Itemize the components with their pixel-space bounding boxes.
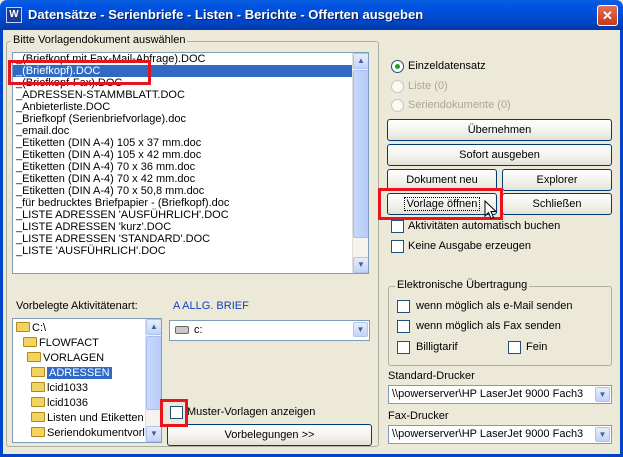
drive-value: c: — [194, 324, 203, 336]
email-checkbox[interactable] — [397, 300, 410, 313]
template-list-item[interactable]: _(Briefkopf).DOC — [13, 65, 352, 77]
fax-drucker-value: \\powerserver\HP LaserJet 9000 Fach3 — [392, 428, 584, 440]
standard-drucker-value: \\powerserver\HP LaserJet 9000 Fach3 — [392, 388, 584, 400]
vorbelegungen-button[interactable]: Vorbelegungen >> — [167, 424, 372, 446]
folder-tree[interactable]: C:\ FLOWFACT VORLAGEN ADRESSEN lcid1033 lcid1… — [12, 318, 162, 443]
folder-icon — [16, 322, 30, 332]
scroll-up-button[interactable]: ▲ — [353, 53, 368, 69]
tree-item-label: Listen und Etiketten — [47, 412, 144, 424]
radio-einzeldatensatz[interactable] — [391, 60, 404, 73]
explorer-button[interactable]: Explorer — [502, 169, 612, 191]
tree-item-label: VORLAGEN — [43, 352, 105, 364]
template-list-item[interactable]: _LISTE 'AUSFÜHRLICH'.DOC — [13, 245, 352, 257]
activity-label: Vorbelegte Aktivitätenart: — [16, 300, 138, 312]
tree-item[interactable]: Seriendokumentvorla — [31, 426, 151, 441]
fax-drucker-combo[interactable]: \\powerserver\HP LaserJet 9000 Fach3 ▼ — [388, 425, 612, 444]
template-list-item[interactable]: _LISTE ADRESSEN 'AUSFÜHRLICH'.DOC — [13, 209, 352, 221]
template-list-item[interactable]: _Etiketten (DIN A-4) 70 x 42 mm.doc — [13, 173, 352, 185]
template-group-label: Bitte Vorlagendokument auswählen — [11, 34, 188, 46]
template-list-item[interactable]: _Anbieterliste.DOC — [13, 101, 352, 113]
drive-icon — [175, 326, 189, 334]
template-list-item[interactable]: _(Briefkopf mit Fax-Mail-Abfrage).DOC — [13, 53, 352, 65]
tree-item-label: ADRESSEN — [47, 367, 112, 379]
muster-checkbox-label: Muster-Vorlagen anzeigen — [187, 406, 316, 418]
fax-drucker-label: Fax-Drucker — [388, 410, 449, 422]
keine-ausgabe-label: Keine Ausgabe erzeugen — [408, 240, 531, 252]
tree-item-label: C:\ — [32, 322, 47, 334]
tree-item[interactable]: lcid1033 — [31, 381, 88, 396]
muster-checkbox[interactable] — [170, 406, 183, 419]
template-list-item[interactable]: _Etiketten (DIN A-4) 105 x 37 mm.doc — [13, 137, 352, 149]
radio-seriendokumente[interactable] — [391, 99, 404, 112]
aktivitaeten-label: Aktivitäten automatisch buchen — [408, 220, 561, 232]
tree-item-label: Seriendokumentvorla — [47, 427, 151, 439]
template-list-item[interactable]: _(Briefkopf-Fax).DOC — [13, 77, 352, 89]
tree-scroll-up-button[interactable]: ▲ — [146, 319, 161, 335]
template-list-item[interactable]: _Etiketten (DIN A-4) 105 x 42 mm.doc — [13, 149, 352, 161]
tree-item[interactable]: lcid1036 — [31, 396, 88, 411]
scroll-down-button[interactable]: ▼ — [353, 257, 368, 273]
template-list-item[interactable]: _Briefkopf (Serienbriefvorlage).doc — [13, 113, 352, 125]
tree-item[interactable]: C:\ — [16, 321, 46, 336]
radio-liste[interactable] — [391, 80, 404, 93]
dokument-neu-button[interactable]: Dokument neu — [387, 169, 497, 191]
template-scrollbar[interactable]: ▲ ▼ — [352, 53, 368, 273]
title-bar[interactable]: W Datensätze - Serienbriefe - Listen - B… — [0, 0, 623, 30]
tree-scroll-down-button[interactable]: ▼ — [146, 426, 161, 442]
tree-scrollbar[interactable]: ▲ ▼ — [145, 319, 161, 442]
standard-drucker-combo[interactable]: \\powerserver\HP LaserJet 9000 Fach3 ▼ — [388, 385, 612, 404]
tree-item-label: lcid1036 — [47, 397, 88, 409]
billigtarif-label: Billigtarif — [416, 341, 458, 353]
folder-icon — [31, 427, 45, 437]
scroll-thumb[interactable] — [353, 70, 368, 238]
folder-icon — [31, 412, 45, 422]
schliessen-button[interactable]: Schließen — [502, 193, 612, 215]
tree-item[interactable]: VORLAGEN — [27, 351, 104, 366]
radio-seriendokumente-label: Seriendokumente (0) — [408, 99, 511, 111]
vorlage-oeffnen-button[interactable]: Vorlage öffnen — [387, 193, 497, 215]
template-list-item[interactable]: _Etiketten (DIN A-4) 70 x 36 mm.doc — [13, 161, 352, 173]
standard-drucker-label: Standard-Drucker — [388, 370, 475, 382]
app-icon[interactable]: W — [6, 7, 22, 23]
tree-item[interactable]: FLOWFACT — [23, 336, 99, 351]
tree-item[interactable]: Listen und Etiketten — [31, 411, 144, 426]
folder-icon — [31, 367, 45, 377]
fax-checkbox[interactable] — [397, 320, 410, 333]
tree-item[interactable]: ADRESSEN — [31, 366, 112, 381]
chevron-down-icon[interactable]: ▼ — [353, 322, 368, 337]
fax-label: wenn möglich als Fax senden — [416, 320, 561, 332]
chevron-down-icon[interactable]: ▼ — [595, 427, 610, 442]
template-list-item[interactable]: _für bedrucktes Briefpapier - (Briefkopf… — [13, 197, 352, 209]
folder-icon — [23, 337, 37, 347]
tree-scroll-thumb[interactable] — [146, 336, 161, 410]
billigtarif-checkbox[interactable] — [397, 341, 410, 354]
template-list-item[interactable]: _Etiketten (DIN A-4) 70 x 50,8 mm.doc — [13, 185, 352, 197]
folder-icon — [27, 352, 41, 362]
keine-ausgabe-checkbox[interactable] — [391, 240, 404, 253]
electronic-group-label: Elektronische Übertragung — [395, 279, 530, 291]
folder-icon — [31, 397, 45, 407]
radio-liste-label: Liste (0) — [408, 80, 448, 92]
folder-icon — [31, 382, 45, 392]
aktivitaeten-checkbox[interactable] — [391, 220, 404, 233]
uebernehmen-button[interactable]: Übernehmen — [387, 119, 612, 141]
radio-einzeldatensatz-label: Einzeldatensatz — [408, 60, 486, 72]
drive-combo[interactable]: c: ▼ — [169, 320, 370, 341]
template-list-item[interactable]: _LISTE ADRESSEN 'kurz'.DOC — [13, 221, 352, 233]
fein-checkbox[interactable] — [508, 341, 521, 354]
template-list-item[interactable]: _email.doc — [13, 125, 352, 137]
sofort-ausgeben-button[interactable]: Sofort ausgeben — [387, 144, 612, 166]
chevron-down-icon[interactable]: ▼ — [595, 387, 610, 402]
mouse-cursor-icon — [484, 200, 498, 220]
template-list-item[interactable]: _LISTE ADRESSEN 'STANDARD'.DOC — [13, 233, 352, 245]
window-title: Datensätze - Serienbriefe - Listen - Ber… — [28, 7, 424, 22]
template-list-item[interactable]: _ADRESSEN-STAMMBLATT.DOC — [13, 89, 352, 101]
fein-label: Fein — [526, 341, 548, 353]
close-button[interactable]: ✕ — [597, 5, 618, 26]
email-label: wenn möglich als e-Mail senden — [416, 300, 573, 312]
tree-item-label: lcid1033 — [47, 382, 88, 394]
tree-item-label: FLOWFACT — [39, 337, 99, 349]
activity-value: A ALLG. BRIEF — [173, 300, 249, 312]
template-listbox[interactable]: _(Briefkopf mit Fax-Mail-Abfrage).DOC _(B… — [12, 52, 369, 274]
